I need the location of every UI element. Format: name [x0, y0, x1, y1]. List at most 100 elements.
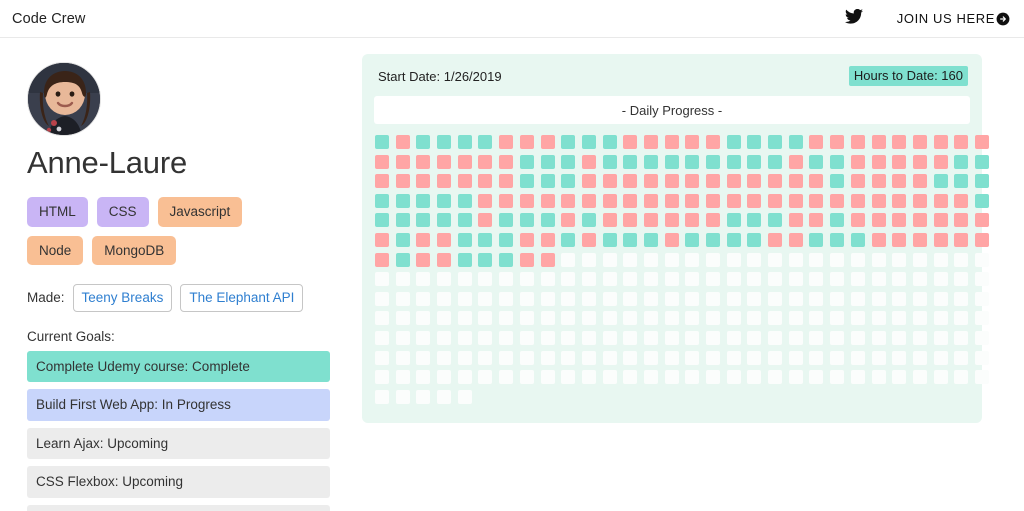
progress-cell[interactable] [499, 232, 514, 247]
progress-cell[interactable] [478, 370, 493, 385]
progress-cell[interactable] [416, 135, 431, 149]
progress-cell[interactable] [912, 252, 927, 267]
progress-cell[interactable] [540, 291, 555, 306]
progress-cell[interactable] [974, 193, 989, 208]
progress-cell[interactable] [540, 174, 555, 189]
progress-cell[interactable] [726, 193, 741, 208]
progress-cell[interactable] [540, 154, 555, 169]
progress-cell[interactable] [375, 154, 389, 169]
progress-cell[interactable] [602, 213, 617, 228]
progress-cell[interactable] [581, 311, 596, 326]
progress-cell[interactable] [540, 135, 555, 149]
progress-cell[interactable] [561, 174, 576, 189]
progress-cell[interactable] [643, 330, 658, 345]
goal-item[interactable]: Build First Web App: In Progress [27, 389, 330, 421]
progress-cell[interactable] [912, 330, 927, 345]
progress-cell[interactable] [643, 213, 658, 228]
progress-cell[interactable] [809, 193, 824, 208]
goal-item[interactable]: CSS Flexbox: Upcoming [27, 466, 330, 498]
progress-cell[interactable] [706, 252, 720, 267]
progress-cell[interactable] [375, 213, 389, 228]
progress-cell[interactable] [375, 370, 389, 385]
progress-cell[interactable] [974, 135, 989, 149]
progress-cell[interactable] [457, 135, 472, 149]
progress-cell[interactable] [623, 370, 638, 385]
progress-cell[interactable] [602, 311, 617, 326]
progress-cell[interactable] [416, 389, 431, 404]
progress-cell[interactable] [602, 174, 617, 189]
progress-cell[interactable] [706, 213, 720, 228]
progress-cell[interactable] [643, 291, 658, 306]
progress-cell[interactable] [933, 174, 948, 189]
progress-cell[interactable] [726, 213, 741, 228]
progress-cell[interactable] [788, 193, 803, 208]
made-link[interactable]: The Elephant API [180, 284, 304, 312]
progress-cell[interactable] [768, 252, 783, 267]
progress-cell[interactable] [706, 154, 720, 169]
goal-item[interactable]: Learn Ajax: Upcoming [27, 427, 330, 460]
progress-cell[interactable] [892, 154, 907, 169]
progress-cell[interactable] [747, 174, 762, 189]
progress-cell[interactable] [871, 135, 886, 149]
progress-cell[interactable] [871, 154, 886, 169]
progress-cell[interactable] [954, 193, 969, 208]
progress-cell[interactable] [478, 272, 493, 287]
progress-cell[interactable] [375, 330, 389, 345]
progress-cell[interactable] [850, 174, 865, 189]
progress-cell[interactable] [602, 154, 617, 169]
progress-cell[interactable] [519, 135, 534, 149]
progress-cell[interactable] [933, 193, 948, 208]
progress-cell[interactable] [664, 350, 679, 365]
progress-cell[interactable] [974, 252, 989, 267]
progress-cell[interactable] [540, 193, 555, 208]
progress-cell[interactable] [788, 252, 803, 267]
progress-cell[interactable] [850, 330, 865, 345]
progress-cell[interactable] [706, 291, 720, 306]
brand-title[interactable]: Code Crew [12, 11, 85, 27]
progress-cell[interactable] [478, 291, 493, 306]
progress-cell[interactable] [892, 135, 907, 149]
progress-cell[interactable] [416, 193, 431, 208]
progress-cell[interactable] [954, 232, 969, 247]
progress-cell[interactable] [726, 330, 741, 345]
skill-tag[interactable]: Javascript [157, 197, 243, 227]
progress-cell[interactable] [519, 193, 534, 208]
progress-cell[interactable] [912, 135, 927, 149]
progress-cell[interactable] [706, 330, 720, 345]
progress-cell[interactable] [706, 174, 720, 189]
progress-cell[interactable] [706, 370, 720, 385]
progress-cell[interactable] [457, 350, 472, 365]
progress-cell[interactable] [747, 311, 762, 326]
progress-cell[interactable] [685, 311, 700, 326]
progress-cell[interactable] [933, 370, 948, 385]
progress-cell[interactable] [519, 330, 534, 345]
progress-cell[interactable] [871, 272, 886, 287]
progress-cell[interactable] [726, 311, 741, 326]
progress-cell[interactable] [375, 174, 389, 189]
progress-cell[interactable] [912, 291, 927, 306]
progress-cell[interactable] [581, 291, 596, 306]
progress-cell[interactable] [375, 272, 389, 287]
made-link[interactable]: Teeny Breaks [72, 284, 173, 312]
progress-cell[interactable] [519, 291, 534, 306]
progress-cell[interactable] [933, 135, 948, 149]
progress-cell[interactable] [623, 135, 638, 149]
progress-cell[interactable] [809, 252, 824, 267]
progress-cell[interactable] [747, 135, 762, 149]
progress-cell[interactable] [830, 350, 845, 365]
progress-cell[interactable] [519, 213, 534, 228]
progress-cell[interactable] [602, 252, 617, 267]
progress-cell[interactable] [706, 311, 720, 326]
progress-cell[interactable] [643, 232, 658, 247]
progress-cell[interactable] [726, 350, 741, 365]
progress-cell[interactable] [685, 154, 700, 169]
progress-cell[interactable] [974, 272, 989, 287]
progress-cell[interactable] [643, 193, 658, 208]
progress-cell[interactable] [685, 193, 700, 208]
progress-cell[interactable] [974, 232, 989, 247]
progress-cell[interactable] [395, 311, 410, 326]
progress-cell[interactable] [954, 135, 969, 149]
progress-cell[interactable] [437, 232, 452, 247]
progress-cell[interactable] [788, 370, 803, 385]
progress-cell[interactable] [954, 213, 969, 228]
